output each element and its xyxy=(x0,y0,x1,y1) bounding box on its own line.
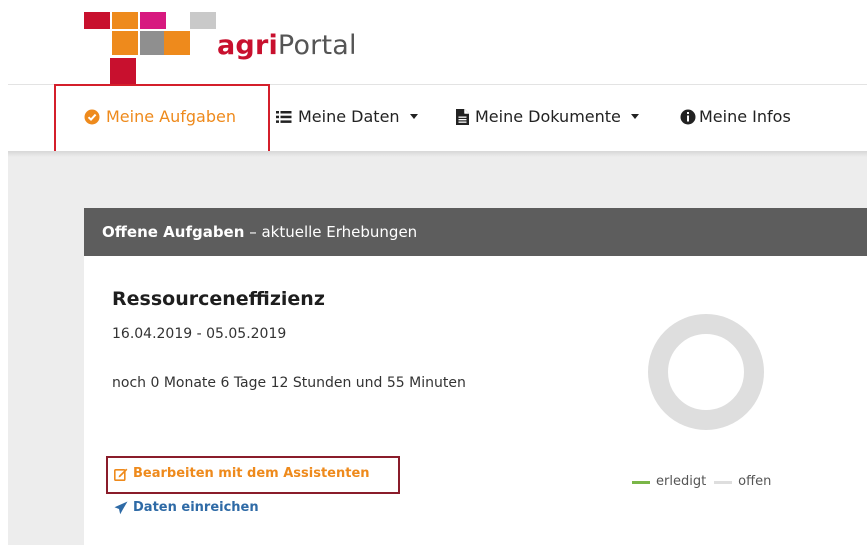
left-margin xyxy=(0,151,8,545)
info-circle-icon xyxy=(680,109,696,124)
logo-square xyxy=(84,12,110,29)
panel-header: Offene Aufgaben – aktuelle Erhebungen xyxy=(84,208,867,256)
legend-label-open: offen xyxy=(738,474,772,489)
panel-header-title: Offene Aufgaben xyxy=(102,223,245,241)
logo-square xyxy=(164,31,190,55)
edit-icon xyxy=(114,468,128,481)
legend-swatch-open xyxy=(714,480,733,484)
logo-square xyxy=(140,12,166,29)
nav-item-label: Meine Daten xyxy=(298,107,400,126)
nav-item-label: Meine Infos xyxy=(699,107,791,126)
open-tasks-panel: Offene Aufgaben – aktuelle Erhebungen Re… xyxy=(84,208,867,545)
chevron-down-icon xyxy=(630,114,639,119)
edit-with-assistant-label: Bearbeiten mit dem Assistenten xyxy=(133,466,370,481)
logo-square xyxy=(140,31,166,55)
task-remaining-time: noch 0 Monate 6 Tage 12 Stunden und 55 M… xyxy=(112,375,466,391)
logo-square xyxy=(110,58,136,84)
chevron-down-icon xyxy=(409,114,418,119)
brand-wordmark: agriPortal xyxy=(217,30,357,61)
list-icon xyxy=(276,110,292,123)
logo-square xyxy=(190,12,216,29)
nav-item-meine-dokumente[interactable]: Meine Dokumente xyxy=(456,107,639,126)
document-icon xyxy=(456,108,469,125)
agriportal-logo[interactable]: agriPortal xyxy=(0,0,400,84)
logo-square xyxy=(112,31,138,55)
logo-square xyxy=(112,12,138,29)
legend-label-done: erledigt xyxy=(656,474,707,489)
legend-swatch-done xyxy=(632,480,650,484)
chart-legend: erledigt offen xyxy=(632,474,771,489)
nav-item-meine-daten[interactable]: Meine Daten xyxy=(276,107,418,126)
panel-header-subtitle: – aktuelle Erhebungen xyxy=(244,223,418,241)
task-dates: 16.04.2019 - 05.05.2019 xyxy=(112,326,287,342)
submit-data-label: Daten einreichen xyxy=(133,500,259,515)
nav-item-label: Meine Dokumente xyxy=(475,107,621,126)
task-title: Ressourceneffizienz xyxy=(112,288,325,310)
progress-donut-chart xyxy=(648,314,764,430)
nav-item-meine-infos[interactable]: Meine Infos xyxy=(680,107,791,126)
send-icon xyxy=(114,501,128,514)
submit-data-link[interactable]: Daten einreichen xyxy=(114,500,259,515)
edit-with-assistant-link[interactable]: Bearbeiten mit dem Assistenten xyxy=(114,466,370,481)
nav-shadow xyxy=(0,151,867,157)
